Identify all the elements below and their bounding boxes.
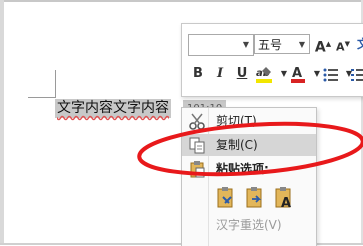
grow-font-label: A bbox=[314, 39, 326, 56]
window-top-border bbox=[0, 0, 363, 2]
paste-text-only-button[interactable]: A bbox=[272, 184, 296, 212]
chevron-down-icon[interactable]: ▼ bbox=[243, 41, 249, 49]
font-color-button[interactable]: A bbox=[289, 63, 307, 85]
highlight-color-button[interactable]: ab bbox=[254, 63, 274, 85]
copy-icon bbox=[188, 136, 206, 154]
shrink-font-button[interactable]: A▼ bbox=[334, 33, 352, 55]
menu-item-paste-options: 粘贴选项: bbox=[182, 158, 316, 180]
selected-document-text[interactable]: 文字内容文字内容 bbox=[55, 99, 171, 118]
scissors-icon bbox=[188, 112, 206, 130]
highlight-color-swatch bbox=[256, 79, 272, 83]
numbering-button[interactable] bbox=[350, 63, 363, 85]
bullets-button[interactable] bbox=[322, 63, 340, 85]
paste-options-label: 粘贴选项: bbox=[216, 162, 269, 176]
paste-merge-formatting-icon bbox=[246, 187, 262, 208]
paste-icon bbox=[188, 160, 206, 178]
font-color-icon: A bbox=[291, 66, 305, 83]
cut-label: 剪切(T) bbox=[216, 114, 257, 128]
paste-merge-formatting-button[interactable] bbox=[243, 184, 267, 212]
paste-text-only-glyph: A bbox=[281, 196, 291, 211]
font-color-swatch bbox=[291, 79, 305, 83]
paste-text-only-icon: A bbox=[275, 187, 291, 211]
context-menu: 剪切(T) 复制(C) 粘贴选项: A 汉字重选(V) bbox=[181, 107, 317, 246]
italic-label: I bbox=[216, 66, 224, 81]
underline-button[interactable]: U bbox=[233, 63, 251, 85]
bullets-icon bbox=[323, 68, 338, 82]
menu-item-copy[interactable]: 复制(C) bbox=[182, 134, 316, 156]
font-size-value: 五号 bbox=[258, 38, 283, 52]
paste-keep-formatting-button[interactable] bbox=[214, 184, 238, 212]
chevron-down-icon[interactable]: ▼ bbox=[299, 41, 305, 49]
chevron-down-icon: ▼ bbox=[280, 69, 288, 78]
menu-item-cut[interactable]: 剪切(T) bbox=[182, 110, 316, 132]
format-painter-label: 文 bbox=[356, 37, 363, 51]
highlighter-icon: ab bbox=[256, 67, 272, 83]
underline-label: U bbox=[236, 66, 248, 81]
format-painter-button[interactable]: 文 bbox=[354, 33, 363, 55]
margin-crop-mark-horizontal bbox=[28, 97, 56, 98]
copy-label: 复制(C) bbox=[216, 138, 258, 152]
paste-keep-formatting-icon bbox=[217, 187, 233, 208]
reconvert-label: 汉字重选(V) bbox=[216, 218, 282, 232]
menu-item-reconvert[interactable]: 汉字重选(V) bbox=[182, 214, 316, 236]
window-left-border bbox=[0, 0, 4, 245]
grow-font-button[interactable]: A▲ bbox=[314, 33, 332, 56]
bold-label: B bbox=[193, 66, 203, 81]
italic-button[interactable]: I bbox=[211, 63, 229, 85]
font-size-combobox[interactable]: 五号 ▼ bbox=[254, 34, 310, 54]
chevron-down-icon: ▼ bbox=[313, 69, 321, 78]
margin-crop-mark-vertical bbox=[55, 70, 56, 98]
font-color-label: A bbox=[292, 66, 302, 81]
numbering-icon bbox=[351, 69, 363, 81]
shrink-font-label: A bbox=[336, 40, 345, 54]
mini-toolbar: ▼ 五号 ▼ A▲ A▼ 文 B I U ab ▼ A ▼ ▼ bbox=[181, 23, 363, 97]
bold-button[interactable]: B bbox=[189, 63, 207, 85]
font-name-combobox[interactable]: ▼ bbox=[188, 34, 254, 56]
